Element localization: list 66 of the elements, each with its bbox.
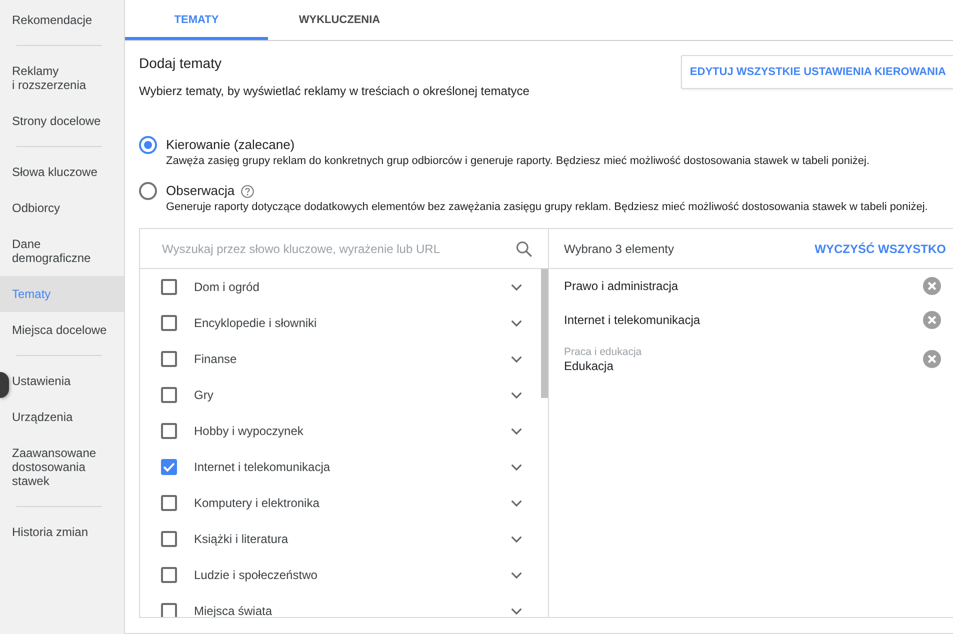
remove-icon[interactable]	[923, 350, 941, 368]
option-description: Generuje raporty dotyczące dodatkowych elementów bez zawężania zasięgu grupy reklam. Będziesz mieć możliwość dostosowania stawek w tabeli poniżej.	[166, 200, 929, 214]
checkbox[interactable]	[161, 315, 177, 331]
sidebar-item[interactable]: Rekomendacje	[10, 2, 124, 38]
selected-topic: Internet i telekomunikacja	[564, 312, 700, 328]
topic-label[interactable]: Ludzie i społeczeństwo	[194, 568, 318, 582]
sidebar-item[interactable]: Strony docelowe	[10, 103, 124, 139]
chevron-down-icon[interactable]	[511, 284, 522, 290]
remove-icon[interactable]	[923, 311, 941, 329]
collapse-handle[interactable]	[0, 372, 9, 398]
sidebar-item[interactable]: Odbiorcy	[10, 190, 124, 226]
chevron-down-icon[interactable]	[511, 500, 522, 506]
chevron-down-icon[interactable]	[511, 536, 522, 542]
topic-label[interactable]: Książki i literatura	[194, 532, 288, 546]
tab[interactable]: TEMATY	[125, 0, 268, 40]
section-title: Dodaj tematy	[139, 54, 222, 72]
option-description: Zawęża zasięg grupy reklam do konkretnych grup odbiorców i generuje raporty. Będziesz mieć możliwość dostosowania stawek w tabeli poniżej.	[166, 154, 871, 168]
sidebar-item[interactable]: Urządzenia	[10, 399, 124, 435]
remove-icon[interactable]	[923, 277, 941, 295]
selected-topic: Edukacja	[564, 359, 614, 373]
topic-label[interactable]: Gry	[194, 388, 214, 402]
selection-count: Wybrano 3 elementy	[564, 242, 674, 256]
topic-label[interactable]: Encyklopedie i słowniki	[194, 316, 317, 330]
chevron-down-icon[interactable]	[511, 572, 522, 578]
checkbox[interactable]	[161, 279, 177, 295]
topic-label[interactable]: Hobby i wypoczynek	[194, 424, 304, 438]
chevron-down-icon[interactable]	[511, 464, 522, 470]
checkbox[interactable]	[161, 603, 177, 617]
chevron-down-icon[interactable]	[511, 608, 522, 614]
checkbox[interactable]	[161, 495, 177, 511]
topic-label[interactable]: Internet i telekomunikacja	[194, 460, 330, 474]
checkbox[interactable]	[161, 351, 177, 367]
checkmark-icon	[163, 462, 175, 472]
sidebar-item[interactable]: Miejsca docelowe	[10, 312, 124, 348]
sidebar-item[interactable]: Zaawansowane dostosowania stawek	[10, 435, 124, 499]
sidebar-item[interactable]: Ustawienia	[10, 363, 124, 399]
checkbox[interactable]	[161, 567, 177, 583]
section-subtitle: Wybierz tematy, by wyświetlać reklamy w treściach o określonej tematyce	[139, 83, 530, 100]
topic-label[interactable]: Finanse	[194, 352, 237, 366]
checkbox[interactable]	[161, 459, 177, 475]
radio-button[interactable]	[139, 182, 157, 200]
search-field[interactable]: Wyszukaj przez słowo kluczowe, wyrażenie lub URL	[162, 238, 508, 258]
radio-button[interactable]	[139, 136, 157, 154]
tab[interactable]: WYKLUCZENIA	[268, 0, 411, 40]
checkbox[interactable]	[161, 387, 177, 403]
option-label: Obserwacja	[166, 182, 235, 200]
chevron-down-icon[interactable]	[511, 356, 522, 362]
sidebar-item[interactable]: Reklamy i rozszerzenia	[10, 53, 124, 103]
chevron-down-icon[interactable]	[511, 320, 522, 326]
checkbox[interactable]	[161, 531, 177, 547]
checkbox[interactable]	[161, 423, 177, 439]
option-label: Kierowanie (zalecane)	[166, 136, 295, 154]
sidebar-item[interactable]: Historia zmian	[10, 514, 124, 550]
chevron-down-icon[interactable]	[511, 392, 522, 398]
scrollbar[interactable]	[541, 269, 548, 398]
topic-label[interactable]: Dom i ogród	[194, 280, 260, 294]
sidebar-item[interactable]: Dane demograficzne	[10, 226, 124, 276]
search-icon[interactable]	[516, 240, 532, 256]
topic-label[interactable]: Komputery i elektronika	[194, 496, 320, 510]
help-icon[interactable]	[240, 184, 254, 198]
selected-topic: Prawo i administracja	[564, 278, 678, 294]
sidebar-item[interactable]: Słowa kluczowe	[10, 154, 124, 190]
topic-category: Praca i edukacja	[564, 345, 642, 359]
chevron-down-icon[interactable]	[511, 428, 522, 434]
clear-all-button[interactable]: WYCZYŚĆ WSZYSTKO	[814, 242, 946, 256]
edit-targeting-button[interactable]: EDYTUJ WSZYSTKIE USTAWIENIA KIEROWANIA	[680, 55, 953, 89]
